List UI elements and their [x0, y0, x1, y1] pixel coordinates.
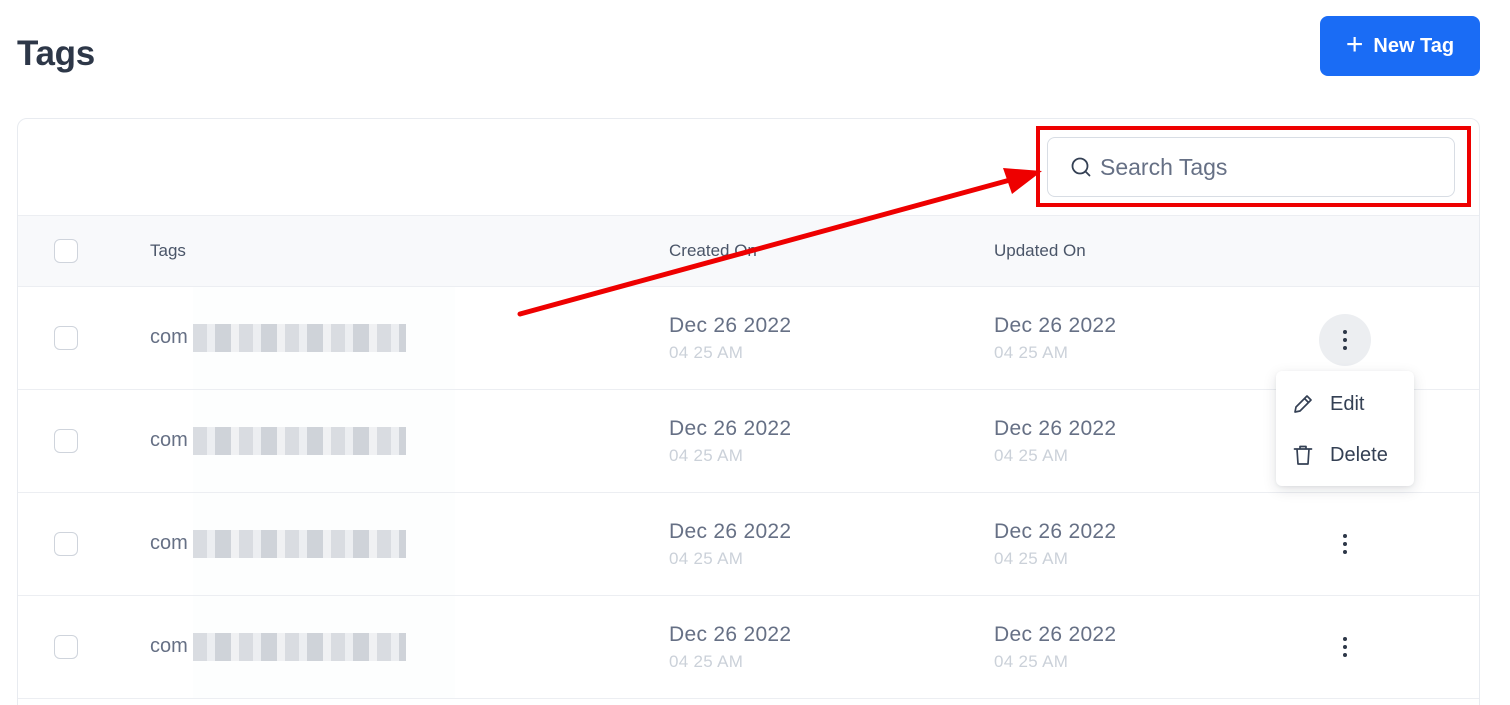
search-input[interactable]	[1100, 153, 1420, 181]
redacted-text	[193, 633, 406, 661]
new-tag-button[interactable]: + New Tag	[1320, 16, 1480, 76]
created-time: 04 25 AM	[669, 549, 744, 568]
table-row: com Dec 26 2022 04 25 AM Dec 26 2022 04 …	[18, 493, 1479, 596]
column-header-created-on[interactable]: Created On	[669, 241, 757, 261]
pencil-icon	[1294, 395, 1312, 413]
updated-time: 04 25 AM	[994, 652, 1069, 671]
redacted-text	[193, 427, 406, 455]
tag-name[interactable]: com	[150, 326, 188, 349]
column-header-tags[interactable]: Tags	[150, 241, 186, 261]
row-checkbox[interactable]	[54, 326, 78, 350]
row-actions-menu: Edit Delete	[1276, 371, 1414, 486]
updated-time: 04 25 AM	[994, 343, 1069, 362]
created-date: Dec 26 2022	[669, 314, 792, 337]
column-header-updated-on[interactable]: Updated On	[994, 241, 1086, 261]
created-date: Dec 26 2022	[669, 520, 792, 543]
menu-item-delete[interactable]: Delete	[1276, 433, 1414, 477]
row-checkbox[interactable]	[54, 532, 78, 556]
more-options-icon[interactable]	[1319, 621, 1371, 673]
menu-item-label: Edit	[1330, 392, 1365, 415]
updated-date: Dec 26 2022	[994, 623, 1117, 646]
redacted-text	[193, 530, 406, 558]
updated-date: Dec 26 2022	[994, 314, 1117, 337]
page-title: Tags	[17, 34, 95, 73]
search-field[interactable]	[1047, 137, 1455, 197]
updated-time: 04 25 AM	[994, 446, 1069, 465]
updated-time: 04 25 AM	[994, 549, 1069, 568]
tag-name[interactable]: com	[150, 635, 188, 658]
trash-icon	[1293, 445, 1313, 465]
menu-item-label: Delete	[1330, 443, 1388, 466]
select-all-checkbox[interactable]	[54, 239, 78, 263]
created-time: 04 25 AM	[669, 652, 744, 671]
tag-name[interactable]: com	[150, 532, 188, 555]
more-options-icon[interactable]	[1319, 314, 1371, 366]
created-time: 04 25 AM	[669, 446, 744, 465]
created-date: Dec 26 2022	[669, 623, 792, 646]
table-row: com Dec 26 2022 04 25 AM Dec 26 2022 04 …	[18, 596, 1479, 699]
table-header: Tags Created On Updated On	[18, 215, 1479, 287]
row-checkbox[interactable]	[54, 635, 78, 659]
tag-name[interactable]: com	[150, 429, 188, 452]
table-row: com Dec 26 2022 04 25 AM Dec 26 2022 04 …	[18, 287, 1479, 390]
updated-date: Dec 26 2022	[994, 520, 1117, 543]
search-icon	[1071, 157, 1091, 177]
redacted-text	[193, 324, 406, 352]
plus-icon: +	[1345, 27, 1364, 61]
row-checkbox[interactable]	[54, 429, 78, 453]
created-time: 04 25 AM	[669, 343, 744, 362]
created-date: Dec 26 2022	[669, 417, 792, 440]
table-row: com Dec 26 2022 04 25 AM Dec 26 2022 04 …	[18, 390, 1479, 493]
menu-item-edit[interactable]: Edit	[1276, 382, 1414, 426]
new-tag-label: New Tag	[1373, 34, 1455, 57]
more-options-icon[interactable]	[1319, 518, 1371, 570]
updated-date: Dec 26 2022	[994, 417, 1117, 440]
